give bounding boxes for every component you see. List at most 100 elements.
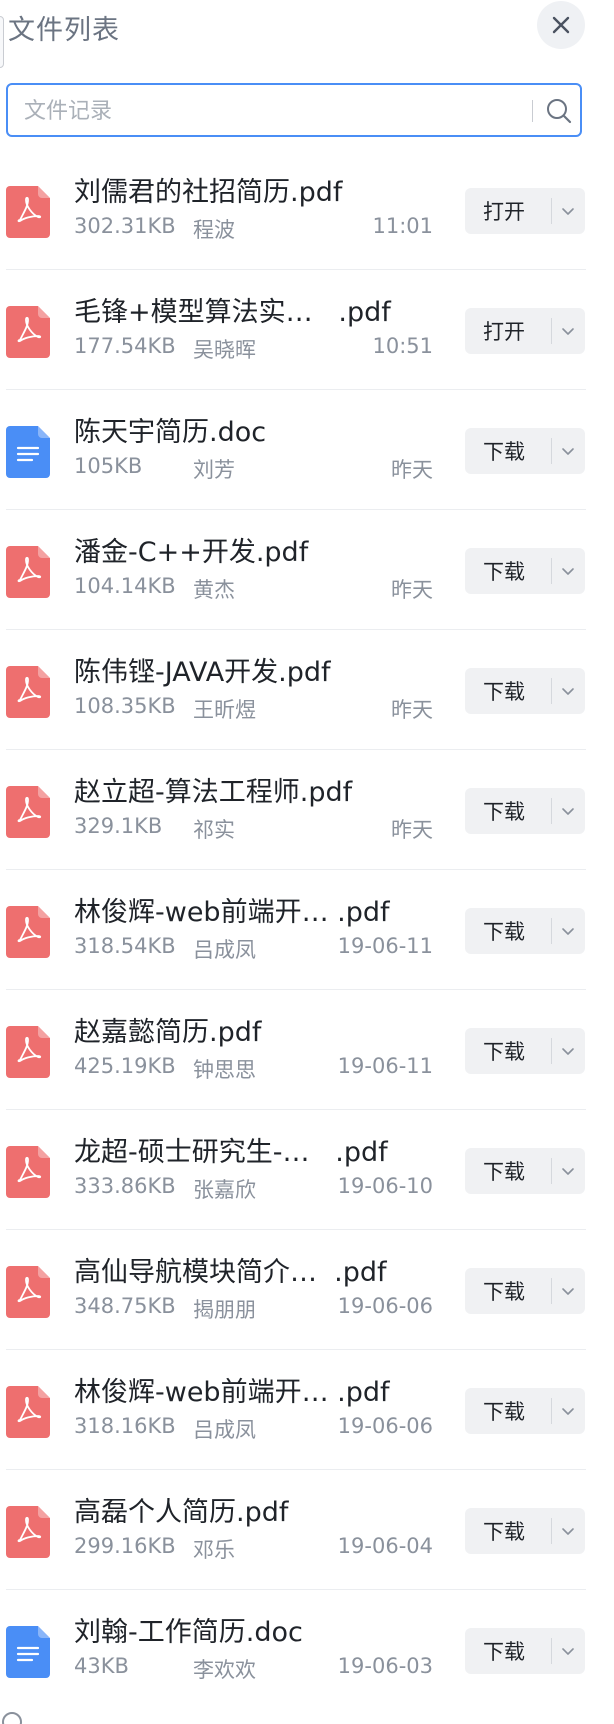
download-button[interactable]: 下载 (465, 1028, 585, 1074)
chevron-down-icon[interactable] (558, 1641, 578, 1661)
close-icon (552, 16, 570, 34)
file-time: 19-06-04 (337, 1534, 433, 1558)
pdf-file-icon (6, 186, 50, 238)
file-row[interactable]: 赵嘉懿简历.pdf 425.19KB 钟思思 19-06-11 下载 (0, 990, 614, 1110)
chevron-down-icon[interactable] (558, 1281, 578, 1301)
chevron-down-icon[interactable] (558, 681, 578, 701)
file-time: 昨天 (391, 578, 433, 602)
pdf-file-icon (6, 786, 50, 838)
file-row[interactable]: 毛锋+模型算法实… .pdf 177.54KB 吴晓晖 10:51 打开 (0, 270, 614, 390)
file-name[interactable]: 陈伟铿-JAVA开发.pdf (74, 650, 331, 689)
download-button[interactable]: 下载 (465, 1628, 585, 1674)
file-name[interactable]: 毛锋+模型算法实… .pdf (74, 290, 391, 329)
chevron-down-icon[interactable] (558, 561, 578, 581)
action-divider (551, 198, 552, 224)
search-input[interactable] (22, 93, 526, 129)
chevron-down-icon[interactable] (558, 441, 578, 461)
file-row[interactable]: 赵立超-算法工程师.pdf 329.1KB 祁实 昨天 下载 (0, 750, 614, 870)
download-button[interactable]: 下载 (465, 1268, 585, 1314)
action-divider (551, 798, 552, 824)
file-name[interactable]: 林俊辉-web前端开… .pdf (74, 890, 390, 929)
file-row[interactable]: 林俊辉-web前端开… .pdf 318.54KB 吕成凤 19-06-11 下… (0, 870, 614, 990)
file-row[interactable]: 林俊辉-web前端开… .pdf 318.16KB 吕成凤 19-06-06 下… (0, 1350, 614, 1470)
file-row[interactable]: 高仙导航模块简介… .pdf 348.75KB 揭朋朋 19-06-06 下载 (0, 1230, 614, 1350)
file-name[interactable]: 潘金-C++开发.pdf (74, 530, 308, 569)
action-divider (551, 438, 552, 464)
open-button[interactable]: 打开 (465, 308, 585, 354)
file-uploader: 张嘉欣 (193, 1178, 256, 1202)
file-row[interactable]: 龙超-硕士研究生-… .pdf 333.86KB 张嘉欣 19-06-10 下载 (0, 1110, 614, 1230)
chevron-down-icon[interactable] (558, 1401, 578, 1421)
file-uploader: 揭朋朋 (193, 1298, 256, 1322)
file-name[interactable]: 刘儒君的社招简历.pdf (74, 170, 342, 209)
chevron-down-icon[interactable] (558, 1521, 578, 1541)
chevron-down-icon[interactable] (558, 801, 578, 821)
chevron-down-icon[interactable] (558, 201, 578, 221)
file-action-label: 打开 (483, 200, 525, 224)
download-button[interactable]: 下载 (465, 908, 585, 954)
file-time: 19-06-11 (337, 934, 433, 958)
file-action-label: 下载 (483, 1280, 525, 1304)
file-time: 10:51 (372, 334, 433, 358)
file-name[interactable]: 林俊辉-web前端开… .pdf (74, 1370, 390, 1409)
file-action-label: 下载 (483, 1520, 525, 1544)
action-divider (551, 1158, 552, 1184)
file-time: 19-06-06 (337, 1414, 433, 1438)
file-uploader: 程波 (193, 218, 235, 242)
file-uploader: 钟思思 (193, 1058, 256, 1082)
download-button[interactable]: 下载 (465, 548, 585, 594)
download-button[interactable]: 下载 (465, 668, 585, 714)
open-button[interactable]: 打开 (465, 188, 585, 234)
chevron-down-icon[interactable] (558, 321, 578, 341)
action-divider (551, 678, 552, 704)
panel-header: 文件列表 (0, 0, 614, 60)
file-name[interactable]: 高磊个人简历.pdf (74, 1490, 288, 1529)
file-list-panel: 文件列表 刘儒君的社招简历.pdf 302.31KB 程波 11:01 打开 (0, 0, 614, 1724)
file-name[interactable]: 赵嘉懿简历.pdf (74, 1010, 261, 1049)
file-time: 昨天 (391, 698, 433, 722)
search-icon[interactable] (544, 96, 574, 126)
file-size: 302.31KB (74, 214, 176, 238)
file-row[interactable]: 陈伟铿-JAVA开发.pdf 108.35KB 王昕煜 昨天 下载 (0, 630, 614, 750)
doc-file-icon (6, 1626, 50, 1678)
file-action-label: 下载 (483, 680, 525, 704)
file-name[interactable]: 龙超-硕士研究生-… .pdf (74, 1130, 388, 1169)
file-size: 318.54KB (74, 934, 176, 958)
file-action-label: 下载 (483, 560, 525, 584)
close-button[interactable] (537, 1, 585, 49)
file-name[interactable]: 陈天宇简历.doc (74, 410, 266, 449)
file-action-label: 下载 (483, 920, 525, 944)
file-list: 刘儒君的社招简历.pdf 302.31KB 程波 11:01 打开 毛锋+模型算… (0, 150, 614, 1710)
download-button[interactable]: 下载 (465, 1148, 585, 1194)
file-time: 19-06-11 (337, 1054, 433, 1078)
download-button[interactable]: 下载 (465, 788, 585, 834)
file-size: 425.19KB (74, 1054, 176, 1078)
file-size: 318.16KB (74, 1414, 176, 1438)
file-action-label: 下载 (483, 1640, 525, 1664)
file-row[interactable]: 高磊个人简历.pdf 299.16KB 邓乐 19-06-04 下载 (0, 1470, 614, 1590)
chevron-down-icon[interactable] (558, 921, 578, 941)
download-button[interactable]: 下载 (465, 1508, 585, 1554)
chevron-down-icon[interactable] (558, 1041, 578, 1061)
file-row[interactable]: 潘金-C++开发.pdf 104.14KB 黄杰 昨天 下载 (0, 510, 614, 630)
chevron-down-icon[interactable] (558, 1161, 578, 1181)
file-name[interactable]: 赵立超-算法工程师.pdf (74, 770, 352, 809)
file-size: 299.16KB (74, 1534, 176, 1558)
file-row[interactable]: 陈天宇简历.doc 105KB 刘芳 昨天 下载 (0, 390, 614, 510)
action-divider (551, 1638, 552, 1664)
download-button[interactable]: 下载 (465, 1388, 585, 1434)
file-uploader: 祁实 (193, 818, 235, 842)
storage-footer (0, 1712, 614, 1724)
pdf-file-icon (6, 1506, 50, 1558)
file-row[interactable]: 刘翰-工作简历.doc 43KB 李欢欢 19-06-03 下载 (0, 1590, 614, 1710)
search-divider (532, 100, 533, 122)
file-name[interactable]: 刘翰-工作简历.doc (74, 1610, 303, 1649)
download-button[interactable]: 下载 (465, 428, 585, 474)
file-size: 329.1KB (74, 814, 163, 838)
action-divider (551, 1518, 552, 1544)
pdf-file-icon (6, 1146, 50, 1198)
file-time: 昨天 (391, 818, 433, 842)
file-row[interactable]: 刘儒君的社招简历.pdf 302.31KB 程波 11:01 打开 (0, 150, 614, 270)
pdf-file-icon (6, 546, 50, 598)
file-name[interactable]: 高仙导航模块简介… .pdf (74, 1250, 387, 1289)
